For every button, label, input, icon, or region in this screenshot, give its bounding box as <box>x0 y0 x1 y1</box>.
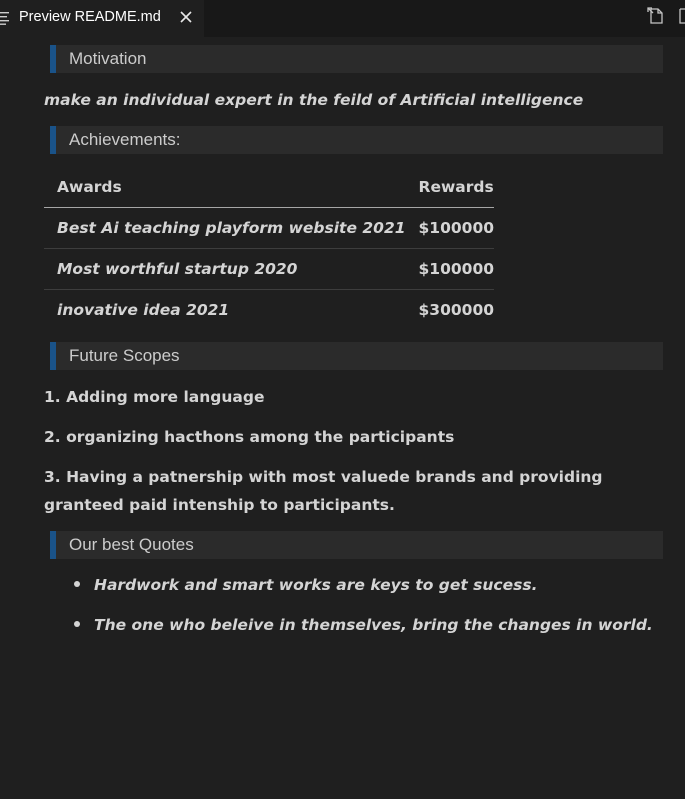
list-item: Hardwork and smart works are keys to get… <box>74 576 537 594</box>
quote-text: The one who beleive in themselves, bring… <box>94 616 653 634</box>
column-header-awards: Awards <box>57 178 122 196</box>
close-icon[interactable] <box>178 9 194 25</box>
editor-tab-bar: Preview README.md <box>0 0 685 37</box>
list-item: 3. Having a patnership with most valuede… <box>44 468 603 514</box>
heading-future-scopes: Future Scopes <box>50 342 663 370</box>
bullet-icon <box>74 620 80 627</box>
award-cell: Most worthful startup 2020 <box>57 260 298 278</box>
heading-future-scopes-text: Future Scopes <box>69 346 180 365</box>
list-item: The one who beleive in themselves, bring… <box>74 616 653 634</box>
table-header-row: Awards Rewards <box>44 167 495 208</box>
open-source-icon[interactable] <box>646 6 666 26</box>
preview-lines-icon <box>0 12 9 25</box>
motivation-text: make an individual expert in the feild o… <box>44 91 584 109</box>
award-cell: Best Ai teaching playform website 2021 <box>57 219 406 237</box>
reward-cell: $100000 <box>418 260 495 278</box>
list-item: 2. organizing hacthons among the partici… <box>44 428 455 446</box>
reward-cell: $300000 <box>418 301 495 319</box>
markdown-preview: Motivation make an individual expert in … <box>0 37 685 799</box>
heading-quotes-text: Our best Quotes <box>69 535 194 554</box>
award-cell: inovative idea 2021 <box>57 301 230 319</box>
list-item: 1. Adding more language <box>44 388 265 406</box>
tab-preview-readme[interactable]: Preview README.md <box>0 0 204 37</box>
heading-achievements: Achievements: <box>50 126 663 154</box>
heading-motivation-text: Motivation <box>69 49 147 68</box>
quote-text: Hardwork and smart works are keys to get… <box>94 576 538 594</box>
heading-motivation: Motivation <box>50 45 663 73</box>
table-row: inovative idea 2021 $300000 <box>44 290 494 331</box>
achievements-table: Awards Rewards Best Ai teaching playform… <box>44 167 495 331</box>
tab-title: Preview README.md <box>19 9 161 25</box>
split-editor-icon[interactable] <box>677 6 685 26</box>
heading-achievements-text: Achievements: <box>69 130 181 149</box>
reward-cell: $100000 <box>418 219 495 237</box>
table-row: Best Ai teaching playform website 2021 $… <box>44 208 495 249</box>
table-row: Most worthful startup 2020 $100000 <box>44 249 495 290</box>
heading-quotes: Our best Quotes <box>50 531 663 559</box>
bullet-icon <box>74 580 80 587</box>
column-header-rewards: Rewards <box>418 178 494 196</box>
